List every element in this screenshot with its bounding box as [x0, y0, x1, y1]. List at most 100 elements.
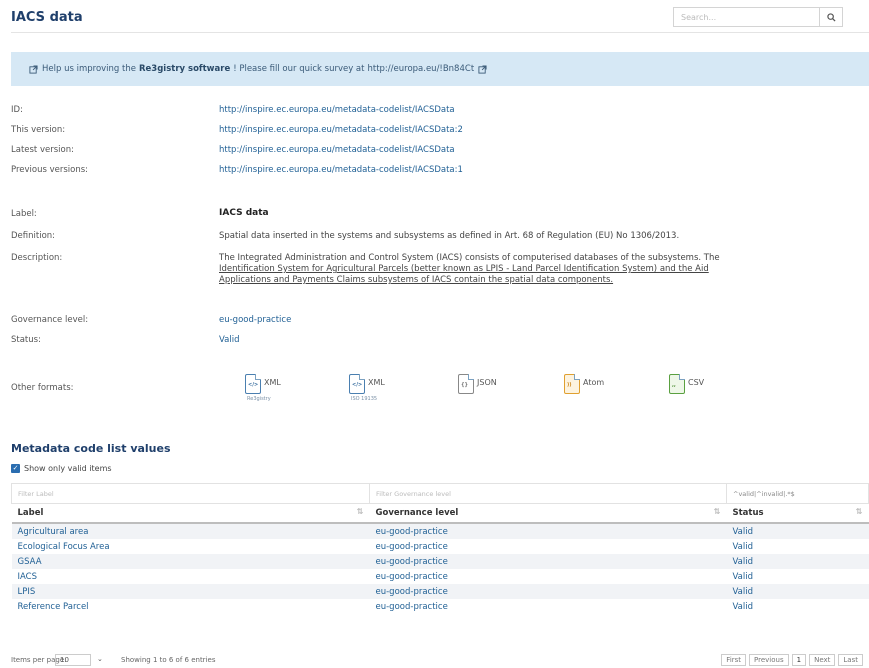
table-row: LPIS eu-good-practice Valid: [11, 584, 869, 599]
sort-icon: ⇅: [713, 507, 721, 516]
id-link[interactable]: http://inspire.ec.europa.eu/metadata-cod…: [219, 105, 455, 115]
row-status-link[interactable]: Valid: [726, 584, 869, 599]
latest-version-link[interactable]: http://inspire.ec.europa.eu/metadata-cod…: [219, 145, 455, 155]
description-value: The Integrated Administration and Contro…: [219, 253, 859, 286]
row-governance-link[interactable]: eu-good-practice: [370, 539, 727, 554]
row-label-link[interactable]: LPIS: [11, 584, 370, 599]
filter-status-input[interactable]: ^valid|^invalid|.*$: [726, 483, 869, 504]
previous-page-button[interactable]: Previous: [749, 654, 789, 666]
title-divider: [11, 32, 869, 33]
table-row: GSAA eu-good-practice Valid: [11, 554, 869, 569]
showing-entries: Showing 1 to 6 of 6 entries: [121, 656, 216, 664]
description-label: Description:: [11, 253, 63, 263]
banner-text-before: Help us improving the: [42, 64, 136, 74]
column-header-status[interactable]: Status ⇅: [726, 503, 869, 524]
governance-level-link[interactable]: eu-good-practice: [219, 315, 291, 325]
chevron-down-icon[interactable]: ⌄: [97, 655, 103, 663]
row-status-link[interactable]: Valid: [727, 569, 869, 584]
latest-version-label: Latest version:: [11, 145, 74, 155]
format-sub: Re3gistry: [247, 396, 271, 402]
file-atom-icon: )): [564, 374, 580, 394]
checkbox-checked-icon[interactable]: ✓: [11, 464, 20, 473]
table-footer: Items per page: 10 ⌄ Showing 1 to 6 of 6…: [11, 654, 869, 668]
first-page-button[interactable]: First: [721, 654, 747, 666]
next-page-button[interactable]: Next: [809, 654, 836, 666]
column-header-label[interactable]: Label ⇅: [11, 503, 370, 524]
filter-row: Filter Label Filter Governance level ^va…: [11, 483, 869, 504]
previous-versions-label: Previous versions:: [11, 165, 89, 175]
row-label-link[interactable]: Reference Parcel: [12, 599, 370, 614]
format-label: XML: [264, 378, 281, 387]
row-governance-link[interactable]: eu-good-practice: [370, 569, 727, 584]
external-link-icon[interactable]: [478, 64, 487, 74]
page-1-button[interactable]: 1: [791, 654, 807, 666]
banner-software: Re3gistry software: [138, 64, 231, 74]
format-label: JSON: [477, 378, 497, 387]
row-governance-link[interactable]: eu-good-practice: [369, 523, 727, 539]
row-status-link[interactable]: Valid: [726, 523, 869, 539]
this-version-label: This version:: [11, 125, 66, 135]
format-label: XML: [368, 378, 385, 387]
id-label: ID:: [11, 105, 23, 115]
show-valid-label: Show only valid items: [24, 464, 112, 473]
row-status-link[interactable]: Valid: [727, 539, 869, 554]
codelist-table: Filter Label Filter Governance level ^va…: [11, 483, 869, 614]
description-line: Identification System for Agricultural P…: [219, 264, 709, 274]
description-line: The Integrated Administration and Contro…: [219, 253, 720, 263]
this-version-link[interactable]: http://inspire.ec.europa.eu/metadata-cod…: [219, 125, 463, 135]
row-label-link[interactable]: Agricultural area: [11, 523, 370, 539]
sort-icon: ⇅: [356, 507, 364, 516]
file-csv-icon: ,,: [669, 374, 685, 394]
codelist-title: Metadata code list values: [11, 442, 171, 455]
search-button[interactable]: [819, 8, 842, 26]
status-link[interactable]: Valid: [219, 335, 239, 345]
banner-text-after: ! Please fill our quick survey at: [233, 64, 365, 74]
row-label-link[interactable]: GSAA: [11, 554, 370, 569]
definition-value: Spatial data inserted in the systems and…: [219, 231, 680, 241]
format-json[interactable]: {} JSON: [458, 374, 497, 394]
definition-label: Definition:: [11, 231, 56, 241]
filter-governance-input[interactable]: Filter Governance level: [369, 483, 727, 504]
table-row: Reference Parcel eu-good-practice Valid: [12, 599, 869, 614]
banner-survey-link[interactable]: http://europa.eu/!Bn84Ct: [367, 64, 474, 74]
sort-icon: ⇅: [855, 507, 863, 516]
status-label: Status:: [11, 335, 41, 345]
file-json-icon: {}: [458, 374, 474, 394]
table-row: IACS eu-good-practice Valid: [12, 569, 869, 584]
description-line: Applications and Payments Claims subsyst…: [219, 275, 614, 285]
show-valid-toggle[interactable]: ✓ Show only valid items: [11, 464, 112, 473]
label-value: IACS data: [219, 208, 269, 218]
row-label-link[interactable]: Ecological Focus Area: [12, 539, 370, 554]
row-status-link[interactable]: Valid: [727, 599, 869, 614]
governance-level-label: Governance level:: [11, 315, 89, 325]
pagination: First Previous 1 Next Last: [718, 654, 863, 666]
format-xml-re3gistry[interactable]: </> XML Re3gistry: [245, 374, 281, 402]
format-atom[interactable]: )) Atom: [564, 374, 604, 394]
search-input[interactable]: [674, 8, 821, 26]
per-page-select[interactable]: 10: [55, 654, 91, 666]
label-label: Label:: [11, 209, 37, 219]
row-governance-link[interactable]: eu-good-practice: [370, 599, 727, 614]
last-page-button[interactable]: Last: [838, 654, 863, 666]
filter-label-input[interactable]: Filter Label: [11, 483, 370, 504]
magnifier-icon: [826, 12, 836, 22]
column-header-governance[interactable]: Governance level ⇅: [369, 503, 727, 524]
row-governance-link[interactable]: eu-good-practice: [369, 584, 727, 599]
format-label: CSV: [688, 378, 705, 387]
row-governance-link[interactable]: eu-good-practice: [369, 554, 727, 569]
other-formats-label: Other formats:: [11, 383, 74, 393]
format-csv[interactable]: ,, CSV: [669, 374, 704, 394]
format-label: Atom: [583, 378, 605, 387]
survey-banner: Help us improving the Re3gistry software…: [11, 52, 869, 86]
file-xml-icon: </>: [245, 374, 261, 394]
header-row: Label ⇅ Governance level ⇅ Status ⇅: [11, 503, 869, 524]
external-link-icon: [29, 64, 38, 74]
search-box: [673, 7, 843, 27]
table-row: Ecological Focus Area eu-good-practice V…: [12, 539, 869, 554]
row-label-link[interactable]: IACS: [12, 569, 370, 584]
page-title: IACS data: [11, 10, 83, 25]
table-row: Agricultural area eu-good-practice Valid: [11, 523, 869, 539]
row-status-link[interactable]: Valid: [726, 554, 869, 569]
format-xml-iso[interactable]: </> XML ISO 19135: [349, 374, 385, 402]
previous-version-link[interactable]: http://inspire.ec.europa.eu/metadata-cod…: [219, 165, 463, 175]
